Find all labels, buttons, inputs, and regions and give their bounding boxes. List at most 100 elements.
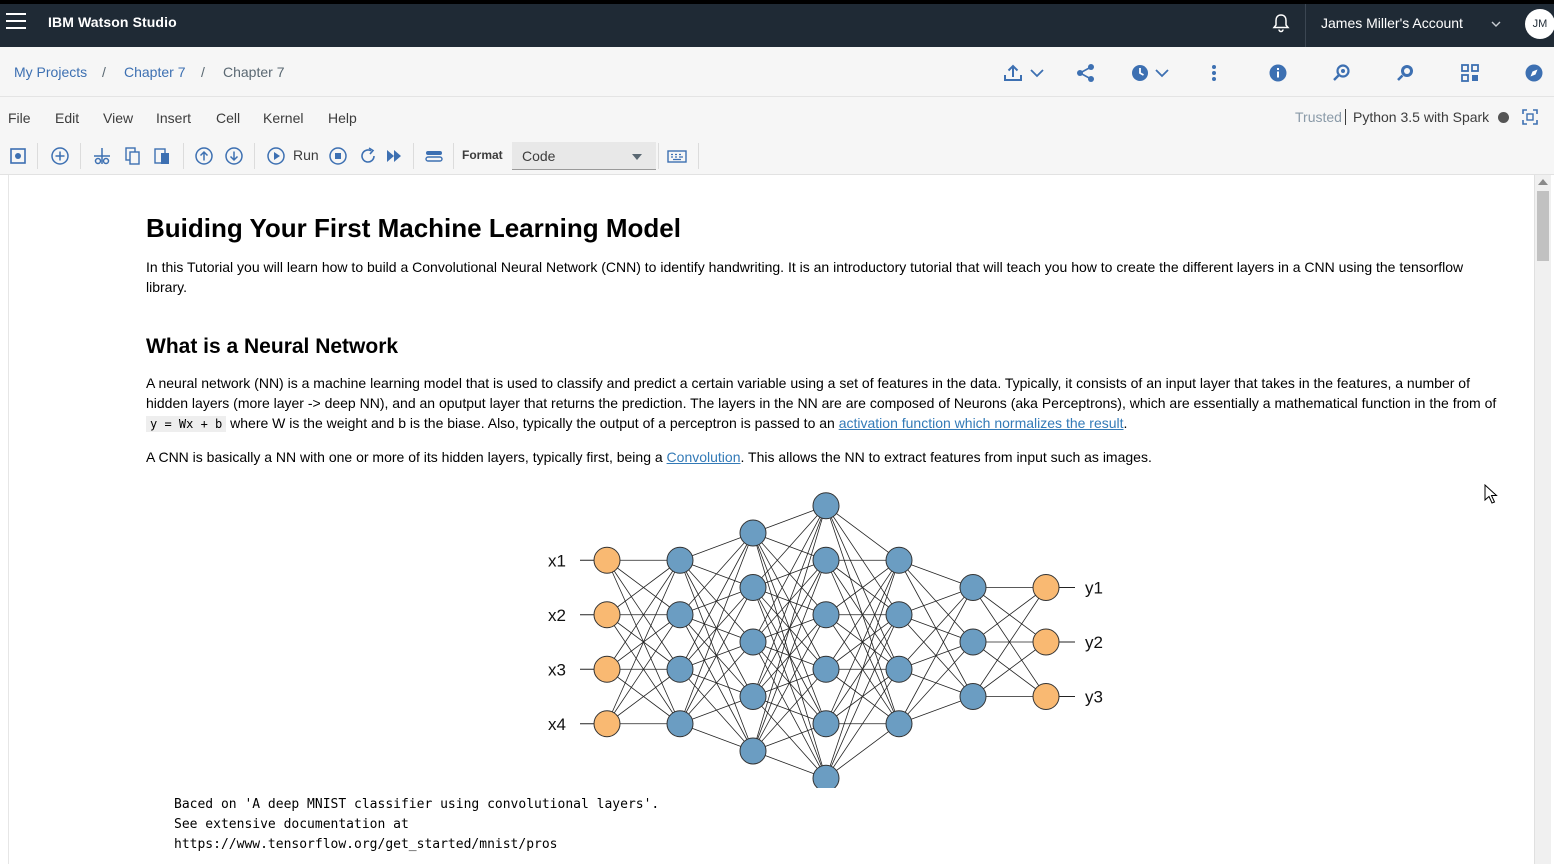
menu-kernel[interactable]: Kernel <box>263 110 303 126</box>
nn-text-end: . <box>1123 415 1128 431</box>
save-icon[interactable] <box>8 146 28 166</box>
code-line: See extensive documentation at <box>174 817 409 832</box>
breadcrumb-bar: My Projects / Chapter 7 / Chapter 7 <box>0 47 1554 97</box>
paste-icon[interactable] <box>152 146 172 166</box>
hidden-neuron <box>739 628 767 656</box>
hidden-neuron <box>666 710 694 738</box>
share-icon[interactable] <box>1075 62 1097 84</box>
kernel-status-indicator <box>1498 112 1509 123</box>
insert-cell-icon[interactable] <box>50 146 70 166</box>
format-label: Format <box>462 148 503 162</box>
connection-line <box>679 532 754 616</box>
account-divider <box>1305 4 1306 47</box>
restart-icon[interactable] <box>358 146 378 166</box>
run-icon[interactable] <box>266 146 286 166</box>
compass-icon[interactable] <box>1523 62 1545 84</box>
menu-edit[interactable]: Edit <box>55 110 79 126</box>
history-clock-icon[interactable] <box>1129 62 1151 84</box>
trusted-indicator[interactable]: Trusted <box>1295 109 1342 125</box>
menu-file[interactable]: File <box>8 110 31 126</box>
upload-icon[interactable] <box>1002 62 1024 84</box>
hidden-neuron <box>739 737 767 765</box>
notebook-menu-bar: File Edit View Insert Cell Kernel Help T… <box>0 97 1554 137</box>
search-icon[interactable] <box>1395 62 1417 84</box>
hidden-neuron <box>739 683 767 710</box>
toolbar-divider <box>37 143 38 169</box>
chevron-down-icon[interactable] <box>1490 18 1502 30</box>
keyboard-icon[interactable] <box>667 146 687 166</box>
cell-format-select[interactable]: Code <box>512 142 656 170</box>
caret-down-icon <box>632 154 642 160</box>
menu-help[interactable]: Help <box>328 110 357 126</box>
connection-line <box>898 587 974 670</box>
cnn-text-1: A CNN is basically a NN with one or more… <box>146 449 663 465</box>
fullscreen-icon[interactable] <box>1521 108 1539 126</box>
hidden-neuron <box>885 655 913 683</box>
output-neuron <box>1032 574 1060 601</box>
output-label: y3 <box>1085 688 1103 707</box>
neural-network-paragraph: A neural network (NN) is a machine learn… <box>146 373 1506 434</box>
formula-code: y = Wx + b <box>146 416 227 432</box>
hidden-neuron <box>739 519 767 547</box>
scroll-thumb[interactable] <box>1537 191 1549 261</box>
connection-line <box>825 723 900 779</box>
convolution-link[interactable]: Convolution <box>667 449 741 465</box>
chevron-down-icon[interactable] <box>1151 62 1173 84</box>
kernel-name[interactable]: Python 3.5 with Spark <box>1353 109 1489 125</box>
cell-toolbar-icon[interactable] <box>424 146 444 166</box>
activation-function-link[interactable]: activation function which normalizes the… <box>839 415 1124 431</box>
top-bar: IBM Watson Studio James Miller's Account… <box>0 0 1554 47</box>
info-icon[interactable] <box>1267 62 1289 84</box>
menu-insert[interactable]: Insert <box>156 110 191 126</box>
hidden-neuron <box>739 574 767 601</box>
grid-apps-icon[interactable] <box>1459 62 1481 84</box>
menu-icon[interactable] <box>6 13 26 31</box>
code-output-block: Baced on 'A deep MNIST classifier using … <box>174 795 659 855</box>
stop-icon[interactable] <box>328 146 348 166</box>
more-options-icon[interactable] <box>1203 62 1225 84</box>
chevron-down-icon[interactable] <box>1026 62 1048 84</box>
notebook-title: Buiding Your First Machine Learning Mode… <box>146 213 681 243</box>
input-neuron <box>593 546 621 574</box>
cell-format-value: Code <box>522 148 556 164</box>
toolbar-divider <box>183 143 184 169</box>
input-label: x3 <box>548 660 566 679</box>
notebook-toolbar: Run Format Code <box>0 137 1554 175</box>
move-down-icon[interactable] <box>224 146 244 166</box>
output-neuron <box>1032 683 1060 710</box>
hidden-neuron <box>959 574 987 601</box>
app-title[interactable]: IBM Watson Studio <box>48 14 177 30</box>
hidden-neuron <box>666 655 694 683</box>
toolbar-divider <box>698 143 699 169</box>
code-line: Baced on 'A deep MNIST classifier using … <box>174 797 660 812</box>
move-up-icon[interactable] <box>194 146 214 166</box>
connection-line <box>752 505 827 752</box>
run-button[interactable]: Run <box>293 147 319 163</box>
section-title: What is a Neural Network <box>146 335 399 358</box>
notification-bell-icon[interactable] <box>1270 12 1292 34</box>
hidden-neuron <box>959 628 987 656</box>
input-neuron <box>593 655 621 683</box>
nn-text-2: where W is the weight and b is the biase… <box>230 415 835 431</box>
cut-icon[interactable] <box>92 146 112 166</box>
menu-cell[interactable]: Cell <box>216 110 240 126</box>
toolbar-divider <box>413 143 414 169</box>
vertical-scrollbar[interactable] <box>1534 175 1551 864</box>
connection-line <box>679 641 754 725</box>
account-switcher[interactable]: James Miller's Account <box>1321 15 1463 31</box>
mouse-cursor-icon <box>1484 484 1498 504</box>
neural-network-diagram: x1 x2 x3 x4 y1 y2 y3 <box>548 492 1103 788</box>
run-all-icon[interactable] <box>384 146 404 166</box>
nn-text-1: A neural network (NN) is a machine learn… <box>146 375 1497 411</box>
breadcrumb-project[interactable]: Chapter 7 <box>124 64 185 80</box>
find-data-icon[interactable] <box>1331 62 1353 84</box>
input-label: x2 <box>548 606 566 625</box>
breadcrumb-my-projects[interactable]: My Projects <box>14 64 87 80</box>
copy-icon[interactable] <box>122 146 142 166</box>
menu-view[interactable]: View <box>103 110 133 126</box>
avatar[interactable]: JM <box>1525 9 1554 39</box>
scroll-up-arrow[interactable] <box>1538 179 1548 185</box>
connection-line <box>825 505 900 561</box>
hidden-neuron <box>812 546 840 574</box>
toolbar-divider <box>254 143 255 169</box>
